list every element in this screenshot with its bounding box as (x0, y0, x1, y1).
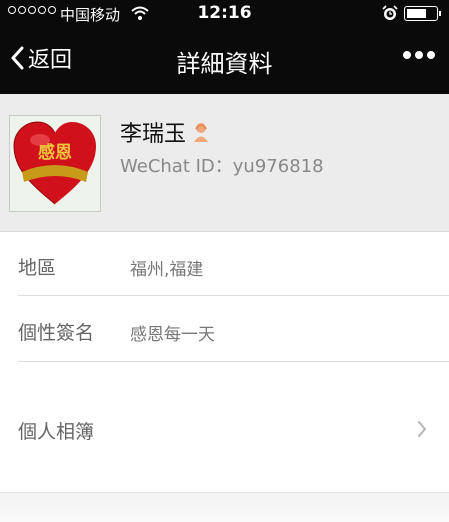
profile-header: 感恩 李瑞玉 WeChat ID：yu976818 (0, 94, 449, 232)
chevron-right-icon (418, 421, 426, 437)
top-bar: 中国移动 12:16 返回 詳細資料 (0, 0, 449, 94)
signature-value: 感恩每一天 (130, 325, 215, 345)
more-options-button[interactable] (403, 51, 435, 59)
name-row: 李瑞玉 (120, 116, 210, 148)
list-item-photo-album[interactable]: 個人相簿 (0, 362, 449, 492)
list-item-region: 地區 福州,福建 (0, 232, 449, 296)
region-label: 地區 (18, 257, 57, 279)
more-dot-icon (427, 51, 435, 59)
list-item-signature: 個性簽名 感恩每一天 (0, 296, 449, 362)
alarm-icon (382, 5, 398, 20)
battery-icon (404, 6, 441, 21)
heart-icon: 感恩 (13, 121, 96, 205)
region-value: 福州,福建 (130, 260, 204, 280)
wechat-id: WeChat ID：yu976818 (120, 156, 324, 177)
svg-text:感恩: 感恩 (38, 142, 72, 163)
status-bar: 中国移动 12:16 (0, 0, 449, 30)
page-title: 詳細資料 (176, 50, 273, 78)
signature-label: 個性簽名 (18, 322, 95, 344)
bottom-bar (0, 492, 449, 522)
profile-name: 李瑞玉 (120, 122, 187, 147)
avatar[interactable]: 感恩 (9, 115, 101, 212)
more-dot-icon (415, 51, 423, 59)
female-icon (194, 123, 209, 142)
photo-album-label: 個人相簿 (18, 421, 95, 443)
more-dot-icon (403, 51, 411, 59)
